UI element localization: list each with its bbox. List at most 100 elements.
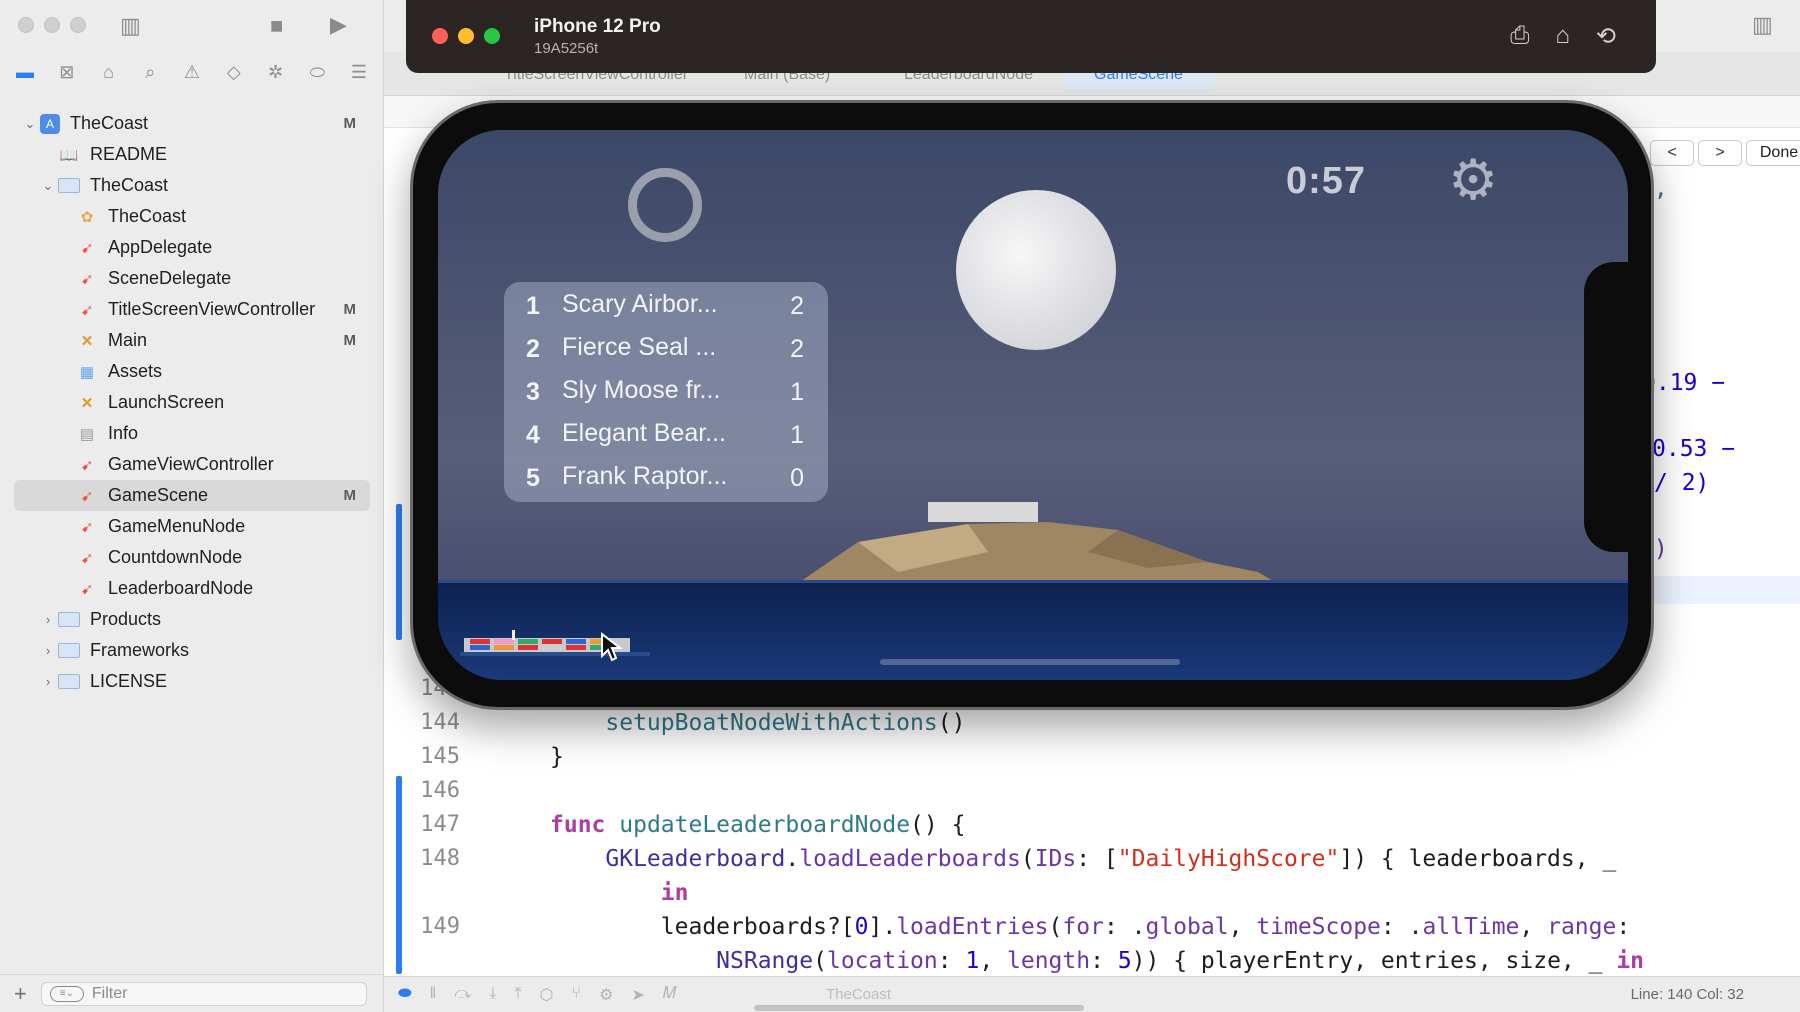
step-over-icon[interactable]: ⤼	[454, 985, 471, 1005]
file-tree-row[interactable]: ➹ GameViewController	[0, 449, 384, 480]
minimize-button[interactable]	[44, 17, 60, 33]
game-screen[interactable]: 0:57 ⚙ 1 Scary Airbor... 2 2 Fierce Seal ...…	[438, 130, 1628, 680]
run-icon[interactable]: ▶	[330, 14, 347, 36]
metal-icon[interactable]: 𝑀	[663, 985, 677, 1005]
step-in-icon[interactable]: ⤓	[489, 985, 496, 1005]
file-tree-row[interactable]: ➹ CountdownNode	[0, 542, 384, 573]
filter-options-icon[interactable]: ≡⌄	[49, 985, 84, 1002]
source-control-tab-icon[interactable]: ⊠	[54, 62, 80, 83]
storyboard-file-icon: ✕	[80, 394, 94, 412]
player-score: 0	[790, 464, 804, 492]
breakpoints-toggle-icon[interactable]: ⬬	[398, 985, 412, 1005]
rotate-icon[interactable]: ⟲	[1596, 22, 1616, 51]
line-number: 147	[420, 812, 460, 837]
find-navigator-tab-icon[interactable]: ⌕	[137, 62, 163, 83]
folder-file-icon	[58, 612, 80, 627]
file-tree-row[interactable]: ▦ Assets	[0, 356, 384, 387]
file-tree-row[interactable]: ✿ TheCoast	[0, 201, 384, 232]
zoom-button[interactable]	[70, 17, 86, 33]
file-tree-row[interactable]: ➹ LeaderboardNode	[0, 573, 384, 604]
memory-graph-icon[interactable]: ⑂	[572, 985, 582, 1005]
project-navigator: ▥ ■ ▶ ▬ ⊠ ⌂ ⌕ ⚠ ◇ ✲ ⬭ ☰ ⌄ A TheCoast M 📖 READ…	[0, 0, 384, 1012]
symbol-navigator-tab-icon[interactable]: ⌂	[96, 62, 122, 83]
file-name: GameViewController	[108, 454, 274, 474]
code-line[interactable]: setupBoatNodeWithActions()	[550, 710, 965, 736]
file-tree-row[interactable]: ➹ GameScene M	[14, 480, 370, 511]
loading-ring-icon	[628, 168, 702, 242]
stop-icon[interactable]: ■	[270, 15, 283, 37]
find-previous-button[interactable]: <	[1650, 140, 1694, 166]
simulator-titlebar: iPhone 12 Pro 19A5256t ⎙ ⌂ ⟲	[406, 0, 1656, 73]
file-tree-row[interactable]: ⌄ A TheCoast M	[0, 108, 384, 139]
code-line[interactable]: leaderboards?[0].loadEntries(for: .globa…	[550, 914, 1630, 940]
find-next-button[interactable]: >	[1698, 140, 1742, 166]
chevron-down-icon[interactable]: ⌄	[38, 178, 58, 194]
leaderboard-rank: 4	[526, 421, 540, 449]
player-name: Sly Moose fr...	[562, 376, 721, 404]
file-tree-row[interactable]: › Frameworks	[0, 635, 384, 666]
file-tree-row[interactable]: › Products	[0, 604, 384, 635]
simulator-actions: ⎙ ⌂ ⟲	[1510, 22, 1616, 51]
debug-navigator-tab-icon[interactable]: ✲	[263, 62, 289, 83]
file-tree-row[interactable]: ➹ AppDelegate	[0, 232, 384, 263]
file-tree-row[interactable]: › LICENSE	[0, 666, 384, 697]
chevron-right-icon[interactable]: ›	[38, 612, 58, 627]
swift-file-icon: ➹	[80, 549, 94, 567]
file-tree-row[interactable]: ⌄ TheCoast	[0, 170, 384, 201]
file-tree-row[interactable]: ▤ Info	[0, 418, 384, 449]
project-navigator-tab-icon[interactable]: ▬	[12, 62, 38, 83]
find-done-button[interactable]: Done	[1746, 140, 1800, 166]
file-tree-row[interactable]: ✕ Main M	[0, 325, 384, 356]
code-line[interactable]: GKLeaderboard.loadLeaderboards(IDs: ["Da…	[550, 846, 1616, 872]
simulator-build: 19A5256t	[534, 40, 599, 57]
line-number: 146	[420, 778, 460, 803]
chevron-right-icon[interactable]: ›	[38, 674, 58, 689]
player-score: 2	[790, 292, 804, 320]
simulate-location-icon[interactable]: ➤	[631, 985, 644, 1005]
code-line[interactable]: in	[550, 880, 689, 906]
add-file-button[interactable]: +	[14, 981, 27, 1007]
file-name: TheCoast	[108, 206, 187, 226]
zoom-button[interactable]	[484, 28, 500, 44]
leaderboard-entry: 5 Frank Raptor... 0	[504, 458, 828, 498]
pause-icon[interactable]: ‖	[430, 985, 437, 1005]
settings-gear-icon[interactable]: ⚙	[1448, 152, 1498, 208]
horizontal-scrollbar[interactable]	[754, 1005, 1084, 1011]
view-hierarchy-icon[interactable]: ⬡	[540, 985, 554, 1005]
player-name: Elegant Bear...	[562, 419, 727, 447]
file-name: Main	[108, 330, 148, 350]
breakpoint-navigator-tab-icon[interactable]: ⬭	[304, 62, 330, 83]
environment-overrides-icon[interactable]: ⚙	[599, 985, 613, 1005]
filter-field[interactable]: ≡⌄ Filter	[40, 981, 367, 1006]
file-tree-row[interactable]: ➹ TitleScreenViewController M	[0, 294, 384, 325]
simulator-window-controls	[432, 28, 500, 44]
file-tree-row[interactable]: ➹ SceneDelegate	[0, 263, 384, 294]
file-name: README	[90, 144, 168, 164]
file-tree-row[interactable]: 📖 README	[0, 139, 384, 170]
file-tree-row[interactable]: ✕ LaunchScreen	[0, 387, 384, 418]
chevron-right-icon[interactable]: ›	[38, 643, 58, 658]
countdown-timer: 0:57	[1286, 160, 1367, 202]
change-indicator-bar	[396, 504, 402, 640]
test-navigator-tab-icon[interactable]: ◇	[221, 62, 247, 83]
leaderboard-entry: 2 Fierce Seal ... 2	[504, 329, 828, 369]
step-out-icon[interactable]: ⤒	[514, 985, 521, 1005]
swift-file-icon: ➹	[80, 518, 94, 536]
issue-navigator-tab-icon[interactable]: ⚠	[179, 62, 205, 83]
home-icon[interactable]: ⌂	[1555, 22, 1570, 51]
sidebar-toggle-icon[interactable]: ▥	[120, 15, 141, 37]
file-name: GameMenuNode	[108, 516, 246, 536]
report-navigator-tab-icon[interactable]: ☰	[346, 62, 372, 83]
leaderboard-rank: 2	[526, 335, 540, 363]
close-button[interactable]	[18, 17, 34, 33]
home-indicator[interactable]	[880, 659, 1180, 665]
screenshot-icon[interactable]: ⎙	[1510, 22, 1529, 51]
close-button[interactable]	[432, 28, 448, 44]
file-tree-row[interactable]: ➹ GameMenuNode	[0, 511, 384, 542]
code-line[interactable]: }	[550, 744, 564, 770]
inspector-toggle-icon[interactable]: ▥	[1752, 14, 1773, 36]
code-line[interactable]: NSRange(location: 1, length: 5)) { playe…	[550, 948, 1644, 974]
chevron-down-icon[interactable]: ⌄	[20, 116, 40, 132]
code-line[interactable]: func updateLeaderboardNode() {	[550, 812, 965, 838]
minimize-button[interactable]	[458, 28, 474, 44]
